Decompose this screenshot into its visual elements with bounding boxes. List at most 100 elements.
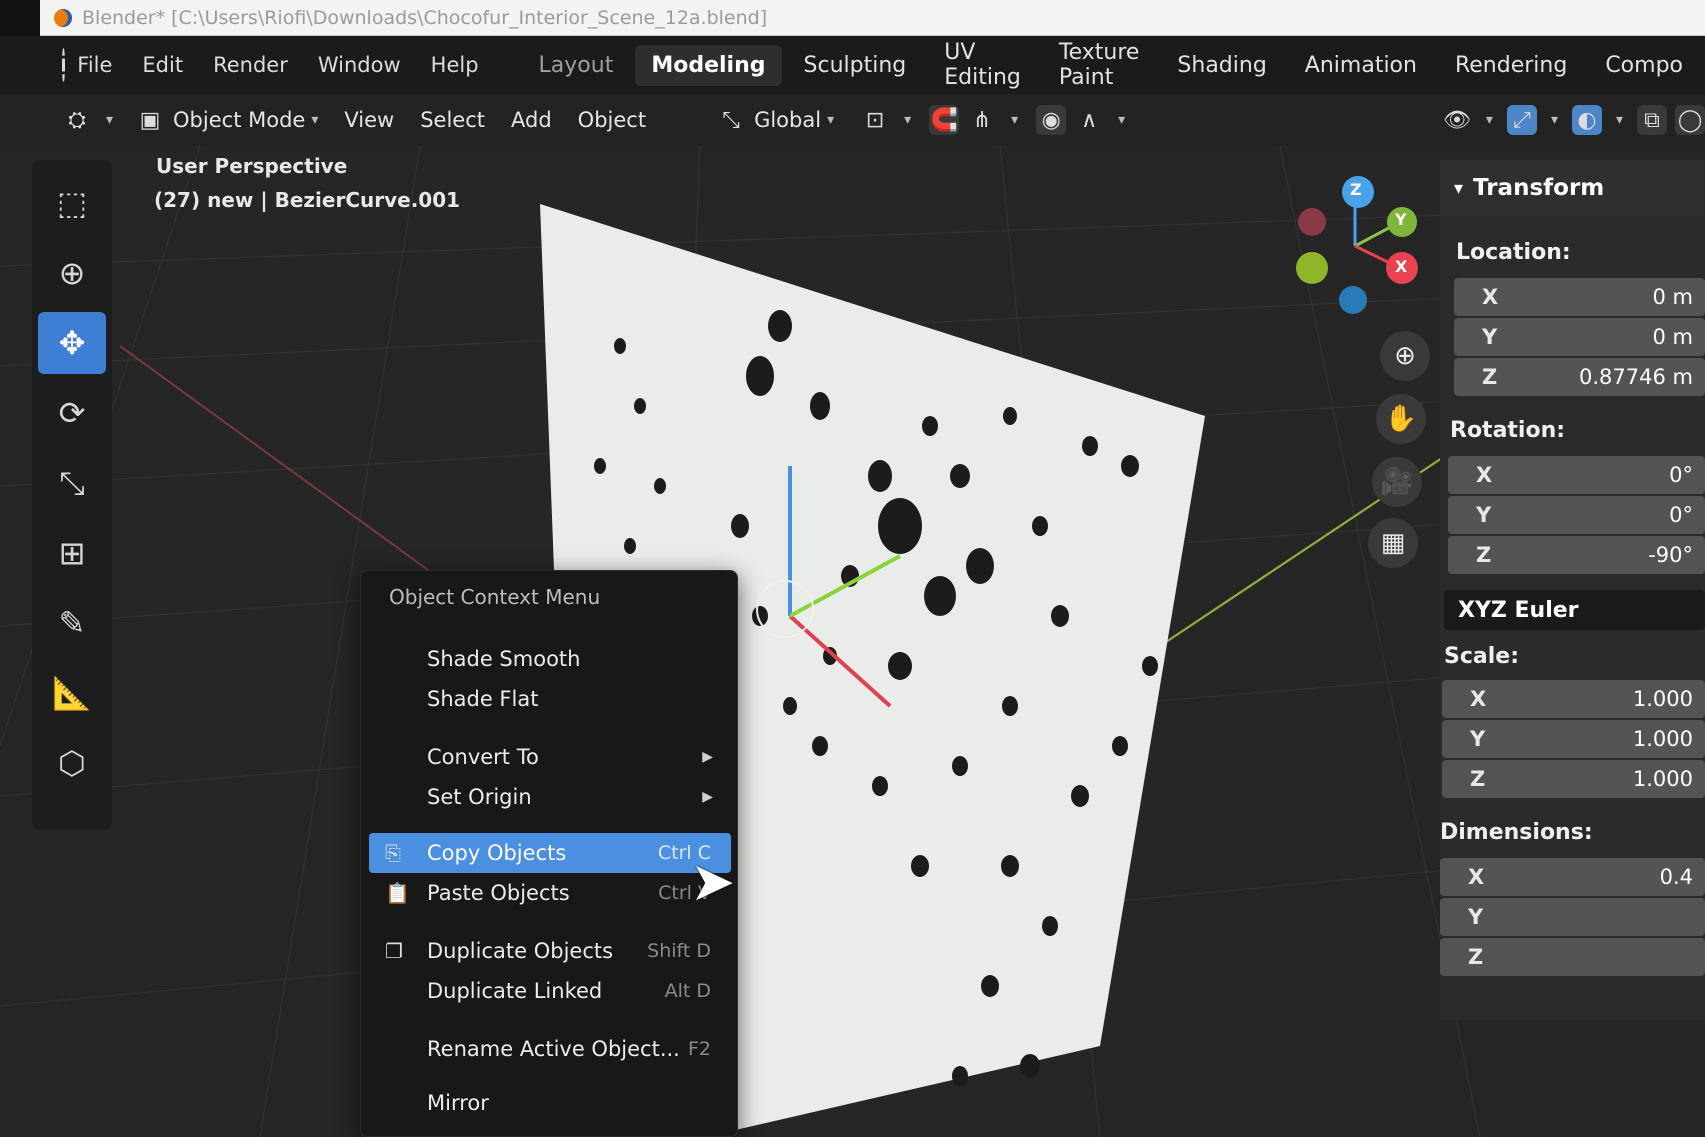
dimensions-x-field[interactable]: X 0.4 [1440, 858, 1705, 896]
menu-item-mirror[interactable]: Mirror [369, 1083, 731, 1123]
rotation-y-field[interactable]: Y 0° [1448, 496, 1705, 534]
menu-item-copy-objects[interactable]: ⎘ Copy Objects Ctrl C [369, 833, 731, 873]
menu-select[interactable]: Select [420, 108, 485, 132]
snap-icon[interactable]: 🧲 [929, 105, 960, 135]
copy-icon: ⎘ [385, 841, 401, 865]
menu-edit[interactable]: Edit [142, 53, 183, 77]
location-y-field[interactable]: Y 0 m [1454, 318, 1705, 356]
gizmo-axis-x-label[interactable]: X [1395, 257, 1407, 276]
transform-orientation-dropdown[interactable]: ⤡ Global ▾ [716, 105, 834, 135]
pan-hand-icon[interactable]: ✋ [1376, 394, 1426, 444]
field-value: 0° [1669, 503, 1693, 527]
gizmo-axis-z-label[interactable]: Z [1350, 180, 1362, 199]
menu-item-shade-smooth[interactable]: Shade Smooth [369, 639, 731, 679]
gizmo-axis-y-label[interactable]: Y [1395, 210, 1407, 229]
tab-rendering[interactable]: Rendering [1439, 45, 1583, 86]
blender-menu-icon[interactable] [62, 48, 66, 82]
rotate-icon[interactable]: ⟳ [38, 382, 106, 444]
menu-object[interactable]: Object [578, 108, 646, 132]
chevron-down-icon: ▾ [827, 112, 835, 128]
object-mode-label: Object Mode [173, 108, 306, 132]
xray-toggle-icon[interactable]: ⧉ [1637, 105, 1667, 135]
menu-render[interactable]: Render [213, 53, 288, 77]
menu-item-shade-flat[interactable]: Shade Flat [369, 679, 731, 719]
location-z-field[interactable]: Z 0.87746 m [1454, 358, 1705, 396]
field-value: 1.000 [1632, 767, 1693, 791]
location-label: Location: [1456, 240, 1571, 265]
perspective-toggle-icon[interactable]: ▦ [1368, 518, 1418, 568]
gizmo-toggle-icon[interactable]: ⤢ [1506, 105, 1537, 135]
add-cube-icon[interactable]: ⬡ [38, 732, 106, 794]
tab-animation[interactable]: Animation [1289, 45, 1433, 86]
menu-item-convert-to[interactable]: Convert To ▶ [369, 737, 731, 777]
menu-item-duplicate-objects[interactable]: ❐ Duplicate Objects Shift D [369, 931, 731, 971]
move-icon[interactable]: ✥ [38, 312, 106, 374]
editor-type-icon[interactable]: ⛭ [62, 105, 92, 135]
measure-icon[interactable]: 📐 [38, 662, 106, 724]
menu-window[interactable]: Window [318, 53, 401, 77]
rotation-x-field[interactable]: X 0° [1448, 456, 1705, 494]
menu-item-paste-objects[interactable]: 📋 Paste Objects Ctrl V [369, 873, 731, 913]
menu-item-set-origin[interactable]: Set Origin ▶ [369, 777, 731, 817]
chevron-down-icon[interactable]: ▾ [904, 112, 911, 128]
menu-file[interactable]: File [77, 53, 112, 77]
axis-label: Y [1476, 503, 1492, 527]
transform-icon[interactable]: ⊞ [38, 522, 106, 584]
annotate-icon[interactable]: ✎ [38, 592, 106, 654]
dimensions-z-field[interactable]: Z [1440, 938, 1705, 976]
rotation-mode-select[interactable]: XYZ Euler [1444, 590, 1705, 630]
tab-sculpting[interactable]: Sculpting [788, 45, 923, 86]
chevron-down-icon[interactable]: ▾ [106, 112, 113, 128]
scale-z-field[interactable]: Z 1.000 [1442, 760, 1705, 798]
scale-x-field[interactable]: X 1.000 [1442, 680, 1705, 718]
axis-label: Z [1470, 767, 1486, 791]
pivot-point-icon[interactable]: ⊡ [860, 105, 890, 135]
transform-panel-header[interactable]: ▾ Transform [1440, 160, 1705, 216]
tab-layout[interactable]: Layout [523, 45, 630, 86]
field-value: 0 m [1652, 285, 1694, 309]
overlays-toggle-icon[interactable]: ◐ [1571, 105, 1602, 135]
object-info-label: (27) new | BezierCurve.001 [154, 188, 461, 212]
menu-item-label: Shade Flat [427, 687, 539, 711]
menu-item-shortcut: Alt D [664, 980, 711, 1002]
snap-target-icon[interactable]: ⋔ [967, 105, 997, 135]
select-box-icon[interactable]: ⬚ [38, 172, 106, 234]
scale-icon[interactable]: ⤡ [38, 452, 106, 514]
menu-help[interactable]: Help [431, 53, 479, 77]
chevron-down-icon[interactable]: ▾ [1011, 112, 1018, 128]
falloff-icon[interactable]: ∧ [1074, 105, 1104, 135]
paste-icon: 📋 [385, 881, 410, 905]
chevron-down-icon[interactable]: ▾ [1551, 112, 1558, 128]
axis-label: Y [1470, 727, 1486, 751]
axis-label: X [1468, 865, 1485, 889]
menu-view[interactable]: View [344, 108, 394, 132]
menu-item-rename-active-object[interactable]: Rename Active Object... F2 [369, 1029, 731, 1069]
tab-shading[interactable]: Shading [1161, 45, 1282, 86]
object-mode-dropdown[interactable]: ▣ Object Mode ▾ [135, 105, 319, 135]
chevron-down-icon[interactable]: ▾ [1616, 112, 1623, 128]
visibility-icon[interactable]: 👁 [1442, 105, 1472, 135]
scale-y-field[interactable]: Y 1.000 [1442, 720, 1705, 758]
dimensions-y-field[interactable]: Y [1440, 898, 1705, 936]
zoom-icon[interactable]: ⊕ [1380, 331, 1430, 381]
chevron-down-icon: ▾ [311, 112, 319, 128]
chevron-down-icon[interactable]: ▾ [1118, 112, 1125, 128]
menu-item-duplicate-linked[interactable]: Duplicate Linked Alt D [369, 971, 731, 1011]
axis-label: X [1482, 285, 1499, 309]
camera-view-icon[interactable]: 🎥 [1372, 457, 1422, 507]
menu-add[interactable]: Add [511, 108, 552, 132]
chevron-down-icon[interactable]: ▾ [1486, 112, 1493, 128]
shading-mode-icon[interactable]: ◯ [1675, 105, 1705, 135]
tab-texture-paint[interactable]: Texture Paint [1043, 32, 1156, 98]
rotation-z-field[interactable]: Z -90° [1448, 536, 1705, 574]
tab-modeling[interactable]: Modeling [635, 44, 782, 86]
orientation-icon: ⤡ [722, 107, 740, 133]
tab-compositing[interactable]: Compo [1589, 45, 1699, 86]
context-menu-title: Object Context Menu [389, 585, 601, 609]
tab-uv-editing[interactable]: UV Editing [928, 32, 1037, 98]
proportional-editing-icon[interactable]: ◉ [1036, 105, 1067, 135]
location-x-field[interactable]: X 0 m [1454, 278, 1705, 316]
window-titlebar: Blender* [C:\Users\Riofi\Downloads\Choco… [40, 0, 1705, 36]
field-value: 0° [1669, 463, 1693, 487]
cursor-icon[interactable]: ⊕ [38, 242, 106, 304]
